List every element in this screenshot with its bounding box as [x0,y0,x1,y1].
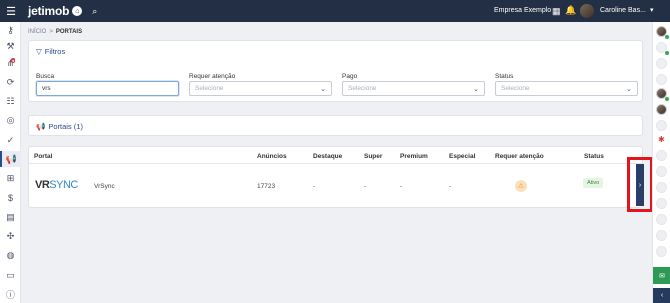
portals-table: Portal Anúncios Destaque Super Premium E… [28,146,643,208]
right-contacts-rail: ✱ ✉ ‹ [652,22,670,303]
search-input[interactable]: vrs [36,81,179,96]
filter-icon: ▽ [36,47,42,56]
search-input-value: vrs [42,85,51,92]
contact-avatar[interactable] [656,166,667,177]
filters-title[interactable]: ▽ Filtros [36,47,65,56]
search-icon[interactable]: ⌕ [92,6,97,17]
refresh-icon[interactable]: ⟳ [0,74,21,90]
chevron-down-icon[interactable]: ▾ [650,6,654,14]
status-badge: Ativo [583,178,604,188]
highlight-box [627,157,653,212]
contact-avatar[interactable] [656,246,667,257]
contact-avatar[interactable] [656,198,667,209]
requer-atencao-value: Selecione [195,85,224,92]
contact-avatar[interactable] [656,214,667,225]
top-bar: ☰ jetimob ⌂ ⌕ Empresa Exemplo ▦ 🔔 Caroli… [0,0,670,22]
map-icon[interactable]: ⊞ [0,170,21,186]
breadcrumb: INÍCIO > PORTAIS [28,29,82,35]
premium-value: - [400,183,403,190]
left-sidebar: ⚷ ⚒ ⋔ ● ⟳ ☷ ◎ ✓ 📢 ⊞ $ ▤ ✣ ◍ ▭ ⓘ [0,22,21,303]
logo-text: jetimob [28,4,70,18]
hamburger-menu-icon[interactable]: ☰ [0,0,22,22]
contact-avatar[interactable] [656,120,667,131]
breadcrumb-current: PORTAIS [55,29,83,35]
company-selector[interactable]: Empresa Exemplo [494,7,551,14]
filters-card: ▽ Filtros Busca vrs Requer atenção Selec… [28,40,643,102]
pago-label: Pago [342,73,358,80]
contact-avatar[interactable] [656,182,667,193]
users-icon[interactable]: ☷ [0,93,21,109]
online-indicator [665,97,669,101]
check-circle-icon[interactable]: ✓ [0,132,21,148]
warning-icon: ⚠ [515,180,527,192]
especial-value: - [449,183,452,190]
header-divider [29,163,642,164]
contact-avatar[interactable] [656,150,667,161]
megaphone-icon[interactable]: 📢 [0,151,21,167]
contact-avatar[interactable] [656,58,667,69]
search-label: Busca [36,73,55,80]
filters-title-text: Filtros [44,47,66,56]
globe-icon[interactable]: ◍ [0,247,21,263]
hubspot-icon[interactable]: ✱ [658,135,665,144]
status-select[interactable]: Selecione ⌄ [495,81,638,96]
logo-house-icon: ⌂ [72,6,83,16]
hammer-icon[interactable]: ⚒ [0,38,21,54]
logo[interactable]: jetimob ⌂ [28,4,83,18]
money-icon[interactable]: $ [0,190,21,206]
document-icon[interactable]: ▤ [0,209,21,225]
pago-select[interactable]: Selecione ⌄ [342,81,485,96]
contact-avatar[interactable] [656,104,667,115]
column-header-premium: Premium [400,153,428,160]
breadcrumb-separator: > [49,29,53,35]
column-header-anuncios: Anúncios [257,153,287,160]
column-header-status: Status [584,153,604,160]
requer-atencao-select[interactable]: Selecione ⌄ [189,81,332,96]
notification-badge: ● [11,58,16,63]
chevron-down-icon: ⌄ [473,85,479,93]
breadcrumb-home[interactable]: INÍCIO [28,29,46,35]
collapse-rail-icon[interactable]: ‹ [653,288,670,303]
chevron-down-icon: ⌄ [626,85,632,93]
key-icon[interactable]: ⚷ [0,22,21,38]
chevron-down-icon: ⌄ [320,85,326,93]
anuncios-value: 17723 [257,183,276,190]
column-header-destaque: Destaque [313,153,343,160]
super-value: - [364,183,367,190]
column-header-requer-atencao: Requer atenção [495,153,544,160]
vrsync-logo: VRSYNC [35,179,78,191]
megaphone-icon: 📢 [36,122,46,131]
portals-title-text: Portais (1) [48,122,83,131]
contact-avatar[interactable] [656,230,667,241]
destaque-value: - [313,183,316,190]
puzzle-icon[interactable]: ✣ [0,228,21,244]
column-header-portal: Portal [34,153,53,160]
user-avatar[interactable] [580,4,594,18]
online-indicator [665,51,669,55]
requer-atencao-label: Requer atenção [189,73,236,80]
apps-grid-icon[interactable]: ▦ [552,6,561,17]
contact-avatar[interactable] [656,74,667,85]
online-indicator [665,35,669,39]
portal-name: VrSync [94,183,115,190]
info-icon[interactable]: ⓘ [0,286,21,302]
user-name[interactable]: Caroline Bas... [600,7,646,14]
status-label: Status [495,73,514,80]
laptop-icon[interactable]: ▭ [0,267,21,283]
column-header-especial: Especial [449,153,476,160]
portals-title[interactable]: 📢 Portais (1) [36,122,83,131]
column-header-super: Super [364,153,383,160]
chat-icon[interactable]: ✉ [653,267,670,284]
funnel-icon[interactable]: ⋔ ● [0,55,21,71]
portals-header-card: 📢 Portais (1) [28,115,643,136]
status-value: Selecione [501,85,530,92]
target-icon[interactable]: ◎ [0,112,21,128]
pago-value: Selecione [348,85,377,92]
bell-icon[interactable]: 🔔 [565,5,576,16]
